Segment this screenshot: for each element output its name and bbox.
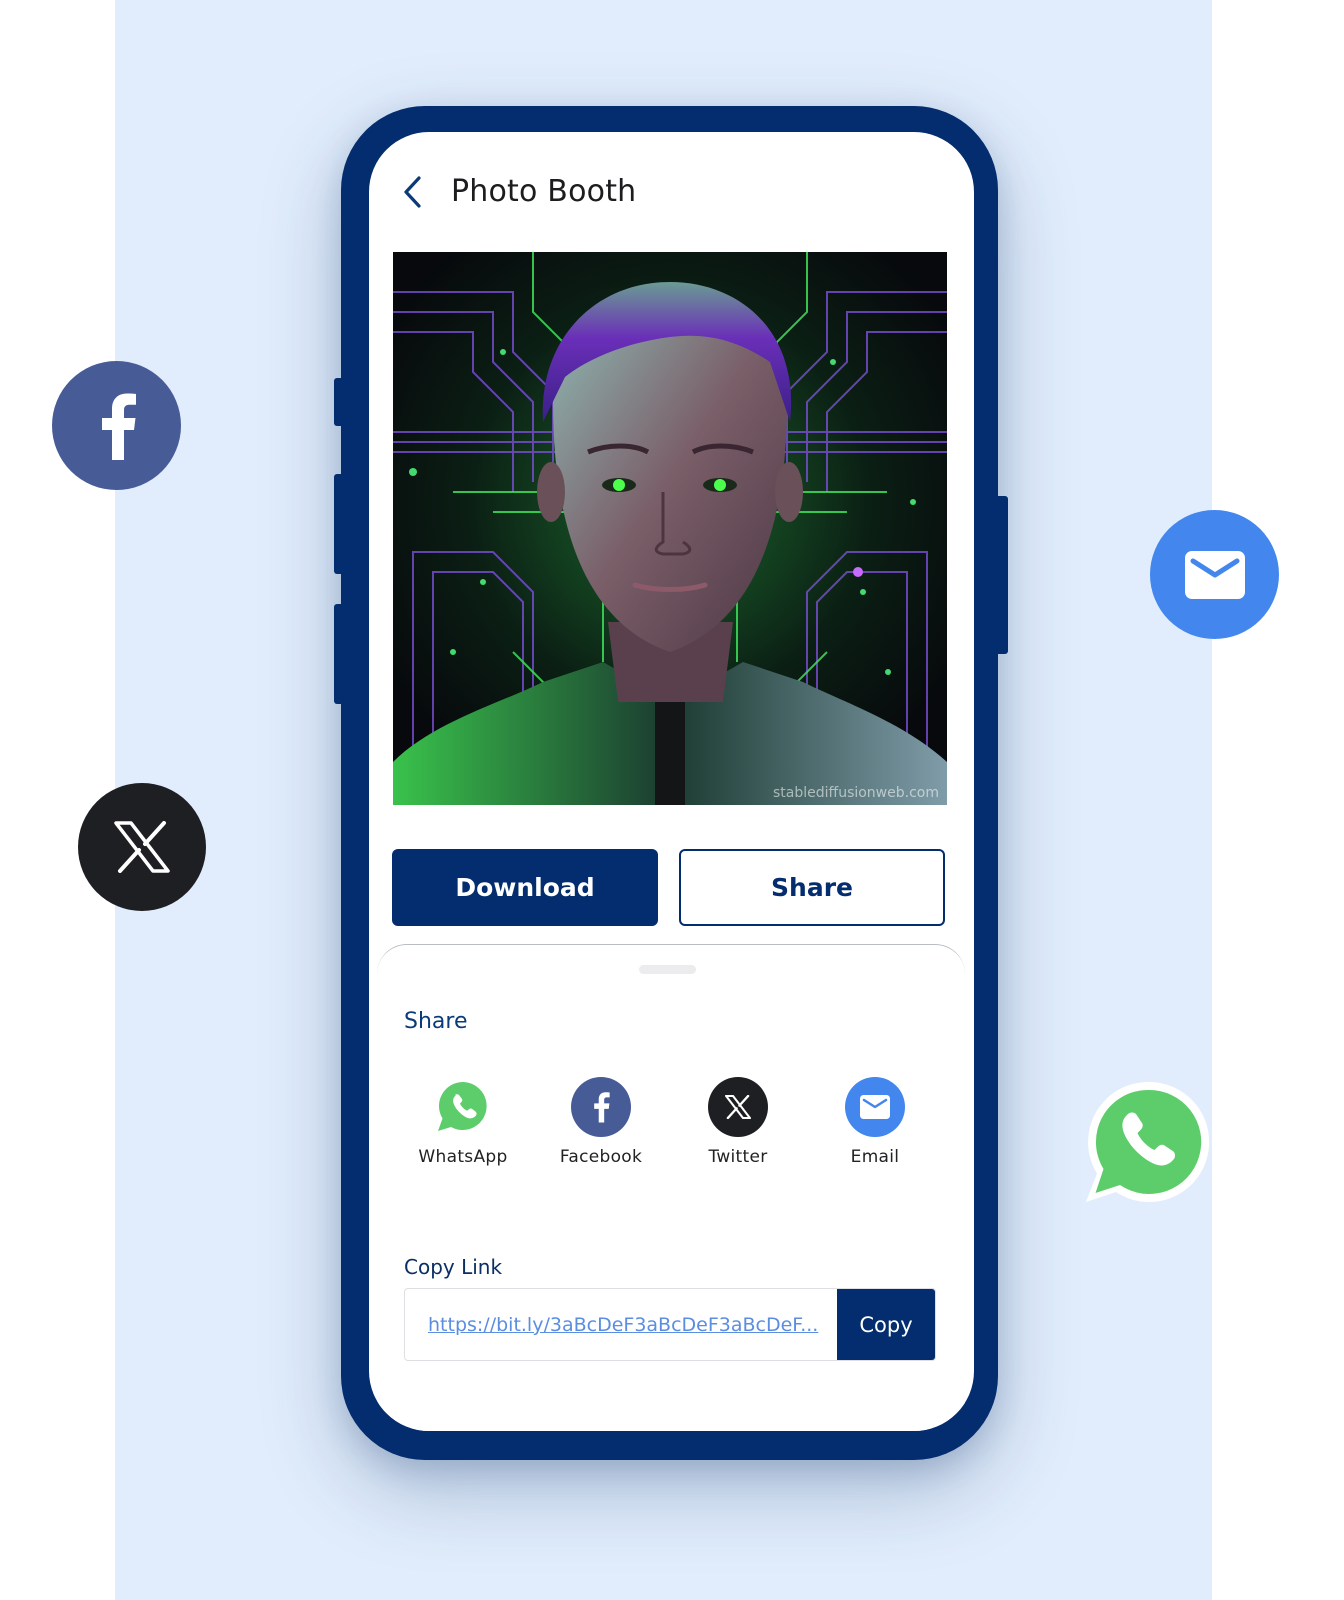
whatsapp-icon bbox=[433, 1077, 493, 1137]
phone-screen: Photo Booth stablediffusionweb.com Downl… bbox=[369, 132, 974, 1431]
floating-email-icon bbox=[1150, 510, 1279, 639]
sheet-drag-handle[interactable] bbox=[639, 965, 696, 974]
email-icon bbox=[845, 1077, 905, 1137]
floating-x-twitter-icon bbox=[78, 783, 206, 911]
floating-facebook-icon bbox=[52, 361, 181, 490]
phone-volume-down-button bbox=[334, 604, 346, 704]
phone-silent-switch bbox=[334, 378, 346, 426]
floating-whatsapp-icon bbox=[1084, 1078, 1212, 1206]
phone-volume-up-button bbox=[334, 474, 346, 574]
share-link-input[interactable]: https://bit.ly/3aBcDeF3aBcDeF3aBcDeF... bbox=[405, 1289, 838, 1360]
share-option-label: Facebook bbox=[559, 1147, 643, 1167]
share-option-label: Twitter bbox=[708, 1147, 768, 1167]
share-option-email[interactable]: Email bbox=[815, 1077, 935, 1167]
share-option-label: Email bbox=[850, 1147, 900, 1167]
phone-power-button bbox=[994, 496, 1008, 654]
generated-photo: stablediffusionweb.com bbox=[393, 252, 947, 805]
app-header: Photo Booth bbox=[369, 132, 974, 252]
copy-link-field: https://bit.ly/3aBcDeF3aBcDeF3aBcDeF... … bbox=[404, 1288, 936, 1361]
share-options: WhatsApp Facebook Twitter Email bbox=[403, 1077, 943, 1187]
download-button[interactable]: Download bbox=[392, 849, 658, 926]
share-option-label: WhatsApp bbox=[418, 1147, 508, 1167]
share-bottom-sheet: Share WhatsApp Facebook Twitter Email Co… bbox=[377, 944, 965, 1431]
share-button[interactable]: Share bbox=[679, 849, 945, 926]
share-option-facebook[interactable]: Facebook bbox=[541, 1077, 661, 1167]
copy-link-label: Copy Link bbox=[404, 1255, 503, 1279]
photo-watermark: stablediffusionweb.com bbox=[773, 785, 939, 801]
share-option-twitter[interactable]: Twitter bbox=[678, 1077, 798, 1167]
share-sheet-title: Share bbox=[404, 1009, 468, 1034]
x-twitter-icon bbox=[708, 1077, 768, 1137]
facebook-icon bbox=[571, 1077, 631, 1137]
chevron-left-icon[interactable] bbox=[399, 174, 429, 210]
page-title: Photo Booth bbox=[451, 174, 637, 209]
share-option-whatsapp[interactable]: WhatsApp bbox=[403, 1077, 523, 1167]
copy-button[interactable]: Copy bbox=[837, 1289, 935, 1360]
